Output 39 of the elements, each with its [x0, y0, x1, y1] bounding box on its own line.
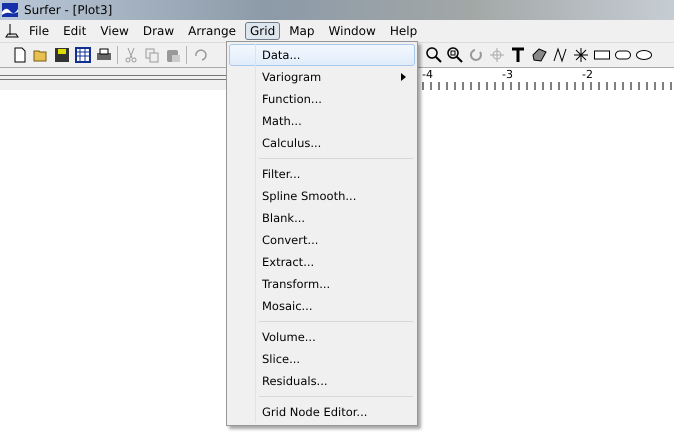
menu-item[interactable]: Help	[384, 22, 422, 40]
ellipse-icon[interactable]	[636, 47, 652, 63]
table-icon[interactable]	[75, 47, 91, 63]
menu-item[interactable]: Spline Smooth...	[229, 185, 415, 207]
app-logo-icon	[2, 3, 18, 17]
polyline-icon[interactable]	[552, 47, 568, 63]
menu-item[interactable]: Math...	[229, 110, 415, 132]
submenu-arrow-icon	[401, 73, 406, 81]
menu-item[interactable]: Map	[284, 22, 320, 40]
menu-item[interactable]: Filter...	[229, 163, 415, 185]
menu-item[interactable]: Volume...	[229, 326, 415, 348]
menu-item[interactable]: Convert...	[229, 229, 415, 251]
menu-item[interactable]: View	[95, 22, 134, 40]
save-icon[interactable]	[54, 47, 70, 63]
menu-item[interactable]: Calculus...	[229, 132, 415, 154]
new-file-icon[interactable]	[12, 47, 28, 63]
menu-item[interactable]: Edit	[58, 22, 92, 40]
menu-item[interactable]: File	[24, 22, 54, 40]
menu-item[interactable]: Grid	[245, 22, 280, 40]
menu-item[interactable]: Variogram	[229, 66, 415, 88]
symbol-icon[interactable]	[573, 47, 589, 63]
window-title: Surfer - [Plot3]	[24, 3, 112, 17]
menu-item[interactable]: Slice...	[229, 348, 415, 370]
menu-item[interactable]: Function...	[229, 88, 415, 110]
menu-item[interactable]: Arrange	[183, 22, 241, 40]
menu-item[interactable]: Window	[324, 22, 381, 40]
menu-item[interactable]: Residuals...	[229, 370, 415, 392]
zoom-icon[interactable]	[426, 47, 442, 63]
menu-item[interactable]: Draw	[138, 22, 180, 40]
text-icon[interactable]	[510, 47, 526, 63]
menu-item[interactable]: Mosaic...	[229, 295, 415, 317]
menu-item[interactable]: Transform...	[229, 273, 415, 295]
menu-item[interactable]: Grid Node Editor...	[229, 401, 415, 423]
menu-item[interactable]: Data...	[229, 44, 415, 66]
print-icon[interactable]	[96, 47, 112, 63]
polygon-icon[interactable]	[531, 47, 547, 63]
zoom-rectangle-icon[interactable]	[447, 47, 463, 63]
menu-item[interactable]: Extract...	[229, 251, 415, 273]
menu-item[interactable]: Blank...	[229, 207, 415, 229]
